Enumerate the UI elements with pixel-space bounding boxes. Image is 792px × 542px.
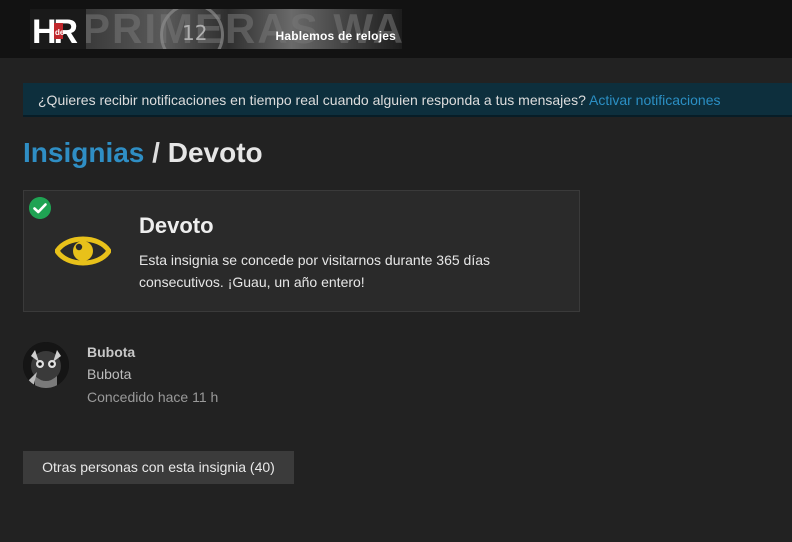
site-logo[interactable]: HR de PRIMERAS WATCH 12 Hablemos de relo… bbox=[30, 9, 402, 49]
grantee-username[interactable]: Bubota bbox=[87, 344, 135, 360]
avatar[interactable] bbox=[23, 342, 69, 388]
enable-notifications-link[interactable]: Activar notificaciones bbox=[589, 92, 721, 108]
notification-text: ¿Quieres recibir notificaciones en tiemp… bbox=[38, 92, 589, 108]
logo-small-text: de bbox=[55, 28, 65, 37]
notification-banner: ¿Quieres recibir notificaciones en tiemp… bbox=[23, 83, 792, 117]
page-title: Insignias / Devoto bbox=[23, 137, 263, 169]
breadcrumb-current: Devoto bbox=[167, 137, 263, 168]
breadcrumb-badges-link[interactable]: Insignias bbox=[23, 137, 144, 168]
logo-banner: PRIMERAS WATCH 12 Hablemos de relojes bbox=[86, 9, 402, 49]
grantee-title: Bubota bbox=[87, 366, 132, 382]
check-circle-icon bbox=[29, 197, 51, 219]
badge-description: Esta insignia se concede por visitarnos … bbox=[139, 252, 490, 290]
breadcrumb-separator: / bbox=[144, 137, 168, 168]
hr-logo-icon: HR de bbox=[30, 9, 90, 49]
badge-name: Devoto bbox=[139, 213, 214, 238]
others-with-badge-button[interactable]: Otras personas con esta insignia (40) bbox=[23, 451, 294, 484]
site-header: HR de PRIMERAS WATCH 12 Hablemos de relo… bbox=[0, 0, 792, 58]
eye-icon bbox=[55, 236, 111, 266]
granted-time: Concedido hace 11 h bbox=[87, 389, 219, 405]
badge-card: Devoto Esta insignia se concede por visi… bbox=[23, 190, 580, 312]
avatar-image bbox=[23, 342, 69, 388]
dial-number: 12 bbox=[182, 21, 208, 45]
site-tagline: Hablemos de relojes bbox=[275, 29, 396, 43]
